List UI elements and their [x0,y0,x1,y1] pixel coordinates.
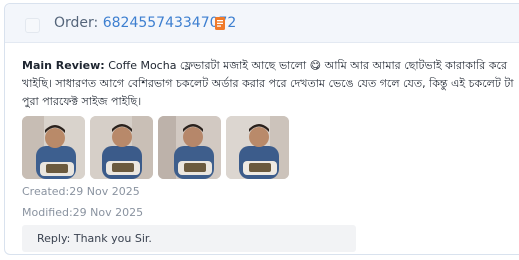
reply-box: Reply: Thank you Sir. [22,225,356,252]
order-label-text: Order: [54,15,99,31]
order-header: Order: 682455743347072 [5,4,519,43]
select-checkbox[interactable] [25,18,40,33]
reply-text: Reply: Thank you Sir. [37,232,152,245]
review-image-2[interactable] [90,116,153,179]
order-label: Order: 682455743347072 [54,15,236,31]
copy-icon[interactable] [214,16,226,31]
review-image-4[interactable] [226,116,289,179]
review-images [22,116,289,179]
created-date: Created:29 Nov 2025 [22,185,140,198]
main-review: Main Review: Coffe Mocha ফ্লেভারটা মজাই … [22,57,519,111]
main-review-label: Main Review: [22,59,105,72]
modified-date: Modified:29 Nov 2025 [22,206,144,219]
review-card: Order: 682455743347072 Main Review: Coff… [4,3,519,255]
review-image-1[interactable] [22,116,85,179]
review-image-3[interactable] [158,116,221,179]
